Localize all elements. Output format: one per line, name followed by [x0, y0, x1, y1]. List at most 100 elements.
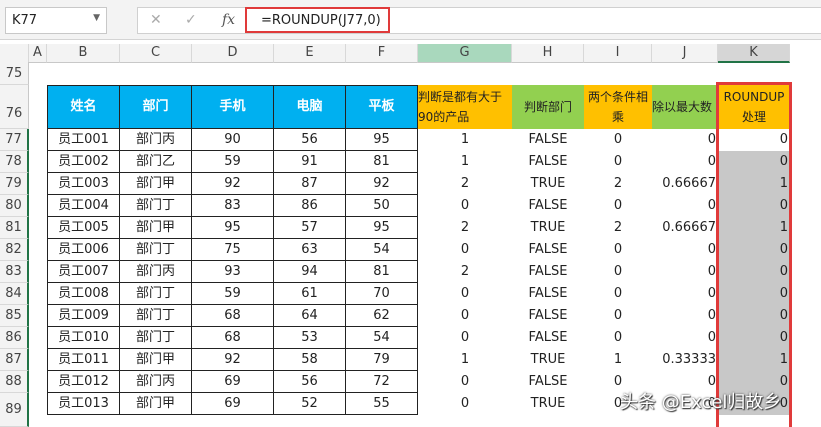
cell-G89[interactable]: 0	[418, 393, 512, 415]
cell-E86[interactable]: 53	[274, 327, 346, 349]
formula-input[interactable]: =ROUNDUP(J77,0)	[245, 7, 390, 33]
cell-D82[interactable]: 75	[192, 239, 274, 261]
cell-G87[interactable]: 1	[418, 349, 512, 371]
cell-G82[interactable]: 0	[418, 239, 512, 261]
row-header-86[interactable]: 86	[0, 327, 29, 349]
cell-F82[interactable]: 54	[346, 239, 418, 261]
cell-D86[interactable]: 68	[192, 327, 274, 349]
cell-D89[interactable]: 69	[192, 393, 274, 415]
row-header-77[interactable]: 77	[0, 129, 29, 151]
column-header-E[interactable]: E	[274, 44, 346, 63]
cell-E79[interactable]: 87	[274, 173, 346, 195]
cell-E83[interactable]: 94	[274, 261, 346, 283]
cell-F85[interactable]: 62	[346, 305, 418, 327]
cell-H79[interactable]: TRUE	[512, 173, 584, 195]
cell-H78[interactable]: FALSE	[512, 151, 584, 173]
cell-B89[interactable]: 员工013	[47, 393, 120, 415]
cell-E87[interactable]: 58	[274, 349, 346, 371]
formula-input-area[interactable]: ✕ ✓ fx	[137, 7, 821, 34]
row-header-83[interactable]: 83	[0, 261, 29, 283]
cell-F77[interactable]: 95	[346, 129, 418, 151]
cell-E89[interactable]: 52	[274, 393, 346, 415]
cell-B78[interactable]: 员工002	[47, 151, 120, 173]
cell-B88[interactable]: 员工012	[47, 371, 120, 393]
cell-B83[interactable]: 员工007	[47, 261, 120, 283]
row-header-78[interactable]: 78	[0, 151, 29, 173]
cell-C86[interactable]: 部门丁	[120, 327, 192, 349]
cell-D79[interactable]: 92	[192, 173, 274, 195]
cell-C84[interactable]: 部门丁	[120, 283, 192, 305]
chevron-down-icon[interactable]: ▼	[93, 13, 100, 23]
column-header-I[interactable]: I	[584, 44, 652, 63]
cell-D81[interactable]: 95	[192, 217, 274, 239]
cell-E85[interactable]: 64	[274, 305, 346, 327]
cell-F87[interactable]: 79	[346, 349, 418, 371]
column-header-G[interactable]: G	[418, 44, 512, 63]
column-header-K[interactable]: K	[718, 44, 790, 63]
cell-E80[interactable]: 86	[274, 195, 346, 217]
cell-K84[interactable]: 0	[718, 283, 790, 305]
cell-J87[interactable]: 0.33333	[652, 349, 718, 371]
cell-C80[interactable]: 部门丁	[120, 195, 192, 217]
cell-G81[interactable]: 2	[418, 217, 512, 239]
cell-C87[interactable]: 部门甲	[120, 349, 192, 371]
name-box[interactable]: K77 ▼	[5, 7, 107, 34]
row-header-80[interactable]: 80	[0, 195, 29, 217]
cell-F81[interactable]: 95	[346, 217, 418, 239]
cell-J79[interactable]: 0.66667	[652, 173, 718, 195]
cell-H83[interactable]: FALSE	[512, 261, 584, 283]
cell-H81[interactable]: TRUE	[512, 217, 584, 239]
row-header-75[interactable]: 75	[0, 62, 29, 85]
cell-G88[interactable]: 0	[418, 371, 512, 393]
cell-I83[interactable]: 0	[584, 261, 652, 283]
column-header-D[interactable]: D	[192, 44, 274, 63]
cell-I86[interactable]: 0	[584, 327, 652, 349]
cell-I77[interactable]: 0	[584, 129, 652, 151]
cell-H80[interactable]: FALSE	[512, 195, 584, 217]
row-header-85[interactable]: 85	[0, 305, 29, 327]
cell-H77[interactable]: FALSE	[512, 129, 584, 151]
cell-K85[interactable]: 0	[718, 305, 790, 327]
cell-K79[interactable]: 1	[718, 173, 790, 195]
cell-J77[interactable]: 0	[652, 129, 718, 151]
cell-G84[interactable]: 0	[418, 283, 512, 305]
cell-D88[interactable]: 69	[192, 371, 274, 393]
cell-J84[interactable]: 0	[652, 283, 718, 305]
cell-C85[interactable]: 部门丁	[120, 305, 192, 327]
cell-K78[interactable]: 0	[718, 151, 790, 173]
cell-E77[interactable]: 56	[274, 129, 346, 151]
column-header-J[interactable]: J	[652, 44, 718, 63]
cell-G83[interactable]: 2	[418, 261, 512, 283]
cell-F80[interactable]: 50	[346, 195, 418, 217]
cell-C89[interactable]: 部门甲	[120, 393, 192, 415]
cell-D83[interactable]: 93	[192, 261, 274, 283]
cell-I79[interactable]: 2	[584, 173, 652, 195]
cell-J86[interactable]: 0	[652, 327, 718, 349]
cell-C83[interactable]: 部门丙	[120, 261, 192, 283]
cell-K81[interactable]: 1	[718, 217, 790, 239]
cell-F88[interactable]: 72	[346, 371, 418, 393]
cell-D87[interactable]: 92	[192, 349, 274, 371]
fx-icon[interactable]: fx	[222, 12, 235, 28]
cell-K86[interactable]: 0	[718, 327, 790, 349]
cell-B79[interactable]: 员工003	[47, 173, 120, 195]
cell-E82[interactable]: 63	[274, 239, 346, 261]
cell-F86[interactable]: 54	[346, 327, 418, 349]
cell-H88[interactable]: FALSE	[512, 371, 584, 393]
cell-F89[interactable]: 55	[346, 393, 418, 415]
cell-H87[interactable]: TRUE	[512, 349, 584, 371]
cell-J82[interactable]: 0	[652, 239, 718, 261]
cell-H89[interactable]: TRUE	[512, 393, 584, 415]
column-header-A[interactable]: A	[29, 44, 47, 63]
cell-H85[interactable]: FALSE	[512, 305, 584, 327]
cell-K83[interactable]: 0	[718, 261, 790, 283]
cell-G85[interactable]: 0	[418, 305, 512, 327]
cell-D77[interactable]: 90	[192, 129, 274, 151]
cell-B84[interactable]: 员工008	[47, 283, 120, 305]
cell-D78[interactable]: 59	[192, 151, 274, 173]
cell-E78[interactable]: 91	[274, 151, 346, 173]
cell-C82[interactable]: 部门丁	[120, 239, 192, 261]
cell-E88[interactable]: 56	[274, 371, 346, 393]
cell-B81[interactable]: 员工005	[47, 217, 120, 239]
cell-D84[interactable]: 59	[192, 283, 274, 305]
